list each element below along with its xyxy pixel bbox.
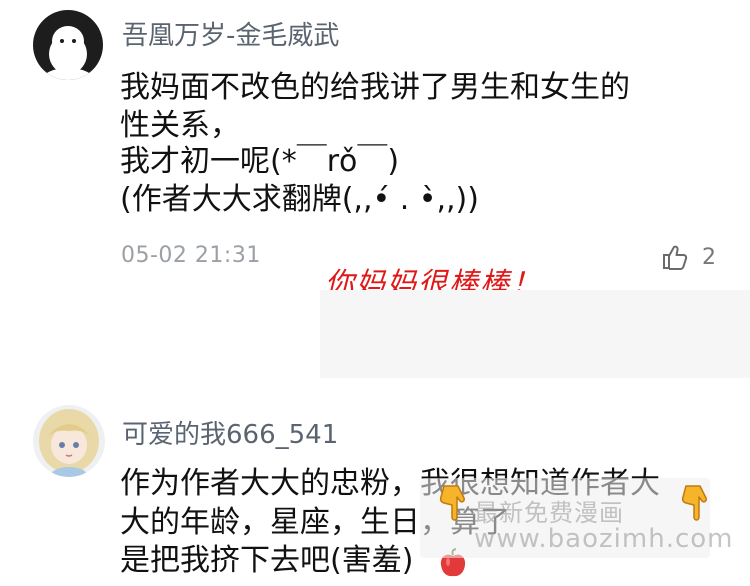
comment-timestamp: 05-02 21:31	[121, 243, 261, 268]
default-avatar-icon	[42, 26, 94, 80]
like-count: 2	[702, 244, 716, 270]
divider-block	[320, 290, 750, 378]
hand-pointer-icon	[439, 485, 465, 521]
comment-username[interactable]: 吾凰万岁-金毛威武	[122, 15, 339, 52]
watermark-url: www.baozimh.com	[474, 524, 734, 554]
thumbs-up-icon	[663, 245, 688, 270]
watermark-text: 最新免费漫画	[474, 499, 624, 527]
comment-line: (作者大大求翻牌(,,•́ . •̀,,))	[120, 182, 479, 217]
comment-line: 我才初一呢(*￣rǒ￣)	[120, 144, 400, 179]
comment-line: 性关系，	[120, 108, 240, 143]
comment-username[interactable]: 可爱的我666_541	[122, 414, 338, 451]
hand-pointer-icon	[681, 485, 707, 521]
avatar[interactable]	[33, 405, 105, 477]
avatar[interactable]	[33, 10, 103, 80]
anime-girl-avatar-icon	[39, 409, 99, 477]
comment-line: 我妈面不改色的给我讲了男生和女生的	[120, 70, 630, 105]
like-button[interactable]: 2	[660, 242, 716, 272]
comment-line: 是把我挤下去吧(害羞)	[120, 543, 414, 578]
